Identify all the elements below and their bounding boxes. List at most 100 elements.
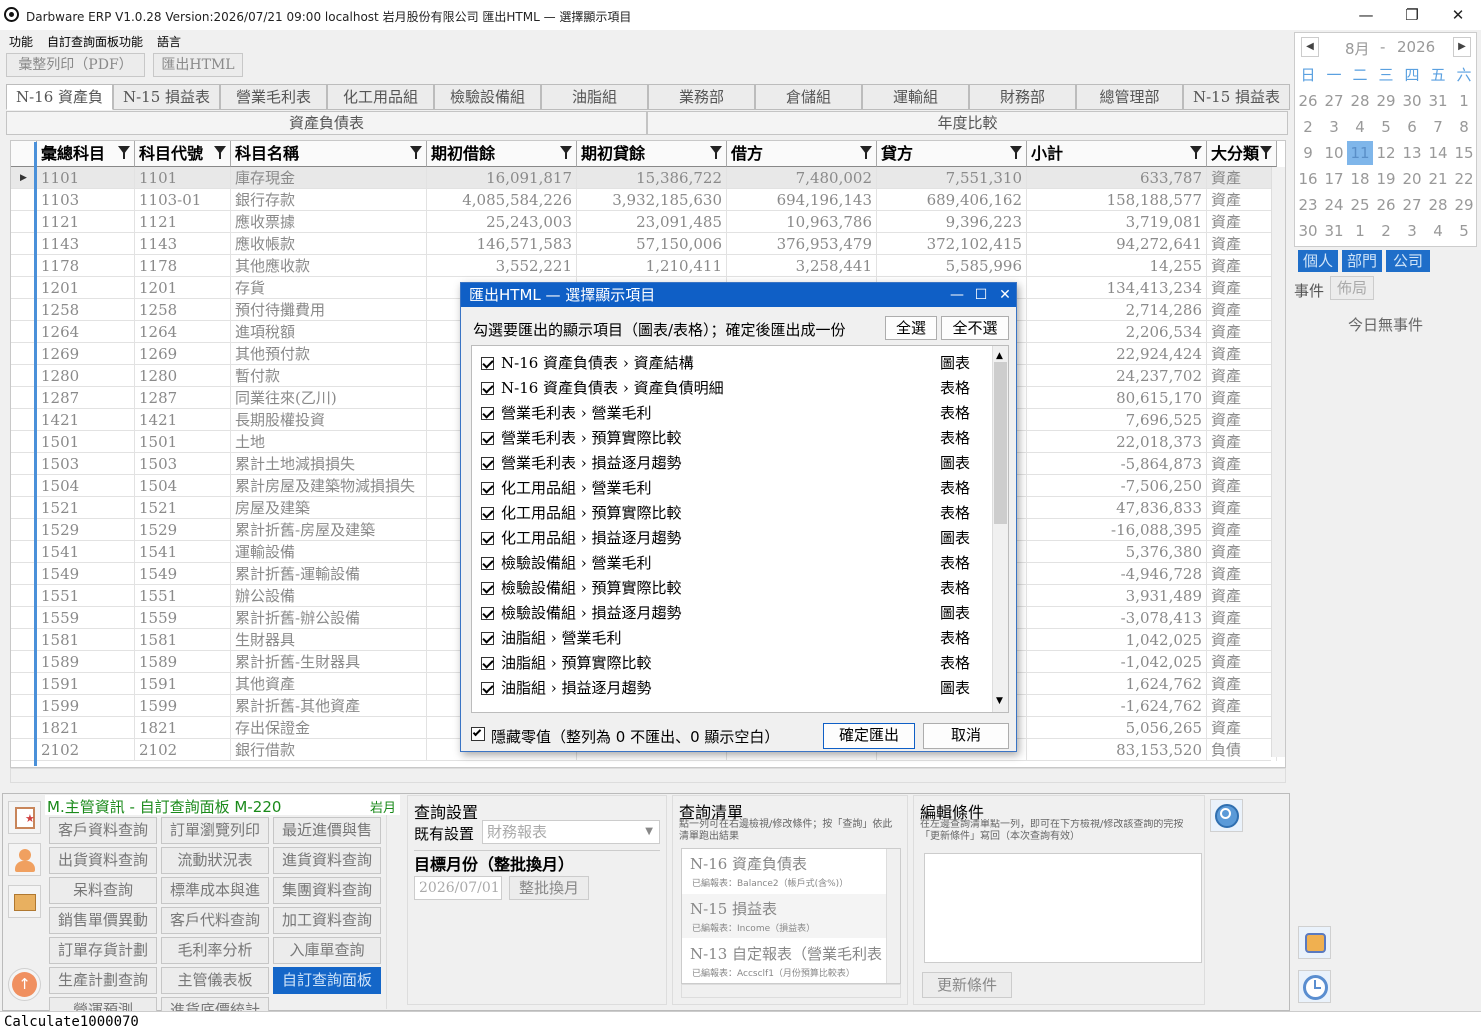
calendar-day[interactable]: 3 [1321, 115, 1347, 139]
column-header[interactable]: 科目名稱 [231, 141, 427, 167]
item-checkbox[interactable] [481, 507, 494, 520]
calendar-day[interactable]: 1 [1347, 219, 1373, 243]
calendar-day[interactable]: 4 [1347, 115, 1373, 139]
filter-icon[interactable] [1260, 146, 1272, 159]
item-checkbox[interactable] [481, 407, 494, 420]
calendar-day[interactable]: 5 [1451, 219, 1477, 243]
panel-button[interactable]: 自訂查詢面板 [273, 967, 381, 994]
calendar-day[interactable]: 2 [1295, 115, 1321, 139]
menu-language[interactable]: 語言 [157, 33, 181, 50]
export-html-button[interactable]: 匯出HTML [153, 53, 243, 77]
export-item[interactable]: 營業毛利表 › 預算實際比較 表格 [472, 426, 992, 451]
person-icon[interactable] [8, 843, 41, 876]
item-checkbox[interactable] [481, 632, 494, 645]
calendar-day[interactable]: 4 [1425, 219, 1451, 243]
tab-11[interactable]: 總管理部 [1076, 84, 1183, 110]
query-list-item[interactable]: N-15 損益表 已編報表：Income（損益表） [682, 894, 886, 938]
filter-icon[interactable] [1010, 146, 1022, 159]
item-checkbox[interactable] [481, 432, 494, 445]
tab-2[interactable]: N-15 損益表 [113, 84, 220, 110]
calendar-day[interactable]: 2 [1373, 219, 1399, 243]
menu-function[interactable]: 功能 [9, 33, 33, 50]
export-item-list[interactable]: N-16 資產負債表 › 資產結構 圖表 N-16 資產負債表 › 資產負債明細 表格… [471, 345, 1009, 713]
confirm-export-button[interactable]: 確定匯出 [823, 723, 915, 749]
item-checkbox[interactable] [481, 557, 494, 570]
calendar-day[interactable]: 9 [1295, 141, 1321, 165]
tab-9[interactable]: 運輸組 [862, 84, 969, 110]
event-tab[interactable]: 個人 [1298, 250, 1338, 272]
tab-6[interactable]: 油脂組 [541, 84, 648, 110]
export-item[interactable]: 營業毛利表 › 營業毛利 表格 [472, 401, 992, 426]
table-row[interactable]: 1103 1103-01 銀行存款 4,085,584,226 3,932,185,63… [11, 189, 1277, 211]
event-tab[interactable]: 公司 [1386, 250, 1430, 272]
export-item[interactable]: 油脂組 › 營業毛利 表格 [472, 626, 992, 651]
calendar-day[interactable]: 5 [1373, 115, 1399, 139]
calendar-day[interactable]: 30 [1399, 89, 1425, 113]
calendar-day[interactable]: 16 [1295, 167, 1321, 191]
calendar-day[interactable]: 26 [1295, 89, 1321, 113]
select-all-button[interactable]: 全選 [885, 316, 937, 340]
item-checkbox[interactable] [481, 357, 494, 370]
calendar-day[interactable]: 31 [1425, 89, 1451, 113]
panel-button[interactable]: 訂單瀏覽列印 [161, 817, 269, 844]
panel-button[interactable]: 進貨資料查詢 [273, 847, 381, 874]
item-checkbox[interactable] [481, 682, 494, 695]
query-list-vscrollbar[interactable] [886, 849, 900, 983]
upload-icon[interactable]: ↑ [8, 968, 41, 1001]
update-conditions-button[interactable]: 更新條件 [922, 972, 1012, 998]
filter-icon[interactable] [214, 146, 226, 159]
export-item[interactable]: N-16 資產負債表 › 資產負債明細 表格 [472, 376, 992, 401]
event-tab[interactable]: 部門 [1342, 250, 1382, 272]
close-button[interactable]: ✕ [1435, 0, 1481, 30]
list-vscrollbar[interactable]: ▲ ▼ [992, 346, 1008, 712]
calendar-day[interactable]: 30 [1295, 219, 1321, 243]
select-none-button[interactable]: 全不選 [941, 316, 1009, 340]
table-row[interactable]: 1178 1178 其他應收款 3,552,221 1,210,411 3,258,441… [11, 255, 1277, 277]
calendar-day[interactable]: 22 [1451, 167, 1477, 191]
search-icon[interactable] [1210, 799, 1243, 832]
item-checkbox[interactable] [481, 457, 494, 470]
calendar-day[interactable]: 21 [1425, 167, 1451, 191]
calendar-day[interactable]: 20 [1399, 167, 1425, 191]
export-item[interactable]: 檢驗設備組 › 營業毛利 表格 [472, 551, 992, 576]
panel-button[interactable]: 出貨資料查詢 [49, 847, 157, 874]
panel-button[interactable]: 流動狀況表 [161, 847, 269, 874]
layout-button[interactable]: 佈局 [1330, 276, 1374, 300]
column-header[interactable]: 期初貸餘 [577, 141, 727, 167]
scroll-up-icon[interactable]: ▲ [996, 351, 1003, 361]
export-item[interactable]: 化工用品組 › 營業毛利 表格 [472, 476, 992, 501]
query-list[interactable]: N-16 資產負債表 已編報表：Balance2（帳戶式(含%)） N-15 損益表… [681, 848, 901, 984]
calendar-day[interactable]: 17 [1321, 167, 1347, 191]
batch-switch-button[interactable]: 整批換月 [509, 876, 589, 900]
tab-8[interactable]: 倉儲組 [755, 84, 862, 110]
item-checkbox[interactable] [481, 482, 494, 495]
calendar-day[interactable]: 27 [1399, 193, 1425, 217]
panel-button[interactable]: 訂單存貨計劃 [49, 937, 157, 964]
query-list-hscrollbar[interactable] [681, 984, 901, 998]
calendar-day[interactable]: 10 [1321, 141, 1347, 165]
next-month-icon[interactable]: ▶ [1453, 37, 1471, 57]
edit-textarea[interactable] [924, 853, 1202, 963]
target-month-input[interactable]: 2026/07/01 [414, 876, 502, 900]
export-item[interactable]: N-16 資產負債表 › 資產結構 圖表 [472, 351, 992, 376]
panel-button[interactable]: 客戶資料查詢 [49, 817, 157, 844]
dialog-maximize-icon[interactable]: ☐ [969, 283, 993, 307]
column-header[interactable]: 小計 [1027, 141, 1207, 167]
folder-icon[interactable] [8, 885, 41, 918]
column-header[interactable]: 科目代號 [135, 141, 231, 167]
item-checkbox[interactable] [481, 382, 494, 395]
prev-month-icon[interactable]: ◀ [1301, 37, 1319, 57]
query-list-item[interactable]: N-16 資產負債表 已編報表：Balance2（帳戶式(含%)） [682, 849, 886, 893]
calendar-day[interactable]: 8 [1451, 115, 1477, 139]
calendar-day[interactable]: 31 [1321, 219, 1347, 243]
minimize-button[interactable]: — [1343, 0, 1389, 30]
robot-icon[interactable] [1298, 926, 1331, 959]
panel-button[interactable]: 客戶代料查詢 [161, 907, 269, 934]
panel-button[interactable]: 進貨底價統計 [161, 997, 269, 1011]
item-checkbox[interactable] [481, 532, 494, 545]
grid-hscrollbar[interactable] [10, 768, 1286, 783]
panel-button[interactable]: 銷售單價異動 [49, 907, 157, 934]
table-row[interactable]: 1121 1121 應收票據 25,243,003 23,091,485 10,963,7… [11, 211, 1277, 233]
filter-icon[interactable] [560, 146, 572, 159]
export-item[interactable]: 檢驗設備組 › 損益逐月趨勢 圖表 [472, 601, 992, 626]
